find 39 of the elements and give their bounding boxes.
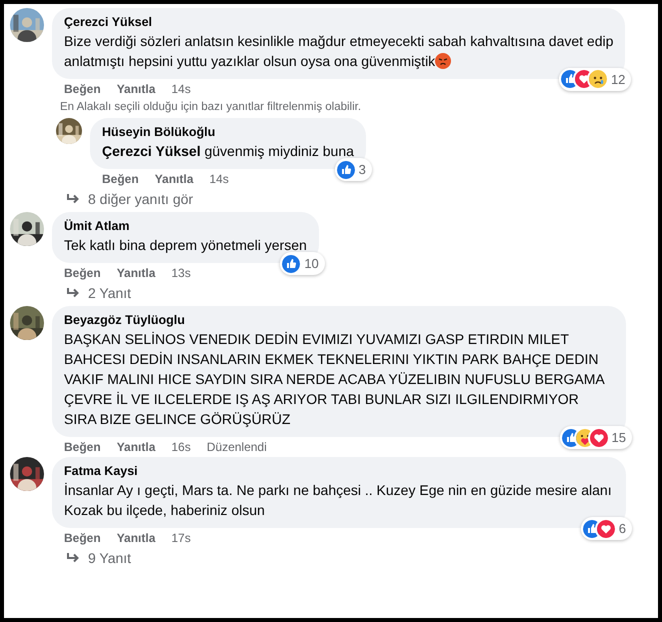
reply-arrow-icon [66,193,80,206]
like-button[interactable]: Beğen [64,439,101,456]
like-button[interactable]: Beğen [64,81,101,97]
view-replies-link[interactable]: 8 diğer yanıtı gör [66,190,194,208]
reaction-count: 12 [610,70,626,88]
timestamp[interactable]: 14s [209,171,229,188]
reaction-badge[interactable]: 15 [560,426,632,450]
timestamp[interactable]: 14s [171,81,191,97]
author-name[interactable]: Çerezci Yüksel [64,14,614,31]
reply-arrow-icon [66,287,80,300]
reaction-badge[interactable]: 12 [558,68,632,91]
reply-button[interactable]: Yanıtla [154,171,194,188]
timestamp[interactable]: 17s [171,530,191,546]
author-name[interactable]: Hüseyin Bölükoğlu [102,124,354,142]
reaction-count: 6 [618,520,626,538]
like-button[interactable]: Beğen [102,171,139,188]
reaction-badge[interactable]: 6 [580,516,632,540]
filter-notice: En Alakalı seçili olduğu için bazı yanıtlar filtrelenmiş olabilir. [59,100,362,115]
author-name[interactable]: Ümit Atlam [64,218,307,236]
timestamp[interactable]: 13s [171,265,191,282]
reply-button[interactable]: Yanıtla [116,81,156,97]
author-name[interactable]: Fatma Kaysi [64,463,614,480]
reply-arrow-icon [66,552,80,564]
reply-button[interactable]: Yanıtla [116,530,156,546]
reaction-badge[interactable]: 3 [334,158,372,182]
reaction-badge[interactable]: 10 [280,252,325,276]
view-replies-link[interactable]: 9 Yanıt [66,549,132,568]
reply-button[interactable]: Yanıtla [116,265,156,282]
author-name[interactable]: Beyazgöz Tüylüoglu [64,312,614,330]
view-replies-link[interactable]: 2 Yanıt [66,284,132,302]
timestamp[interactable]: 16s [171,439,191,456]
edited-label: Düzenlendi [206,439,267,456]
like-button[interactable]: Beğen [64,530,101,546]
reaction-count: 10 [304,254,319,273]
comment-text: Bize verdiği sözleri anlatsın kesinlikle mağdur etmeyecekti sabah kahvaltısına davet edip [64,32,614,51]
reaction-count: 15 [612,428,626,447]
reaction-count: 3 [358,160,366,179]
like-button[interactable]: Beğen [64,265,101,282]
reply-button[interactable]: Yanıtla [116,439,156,456]
